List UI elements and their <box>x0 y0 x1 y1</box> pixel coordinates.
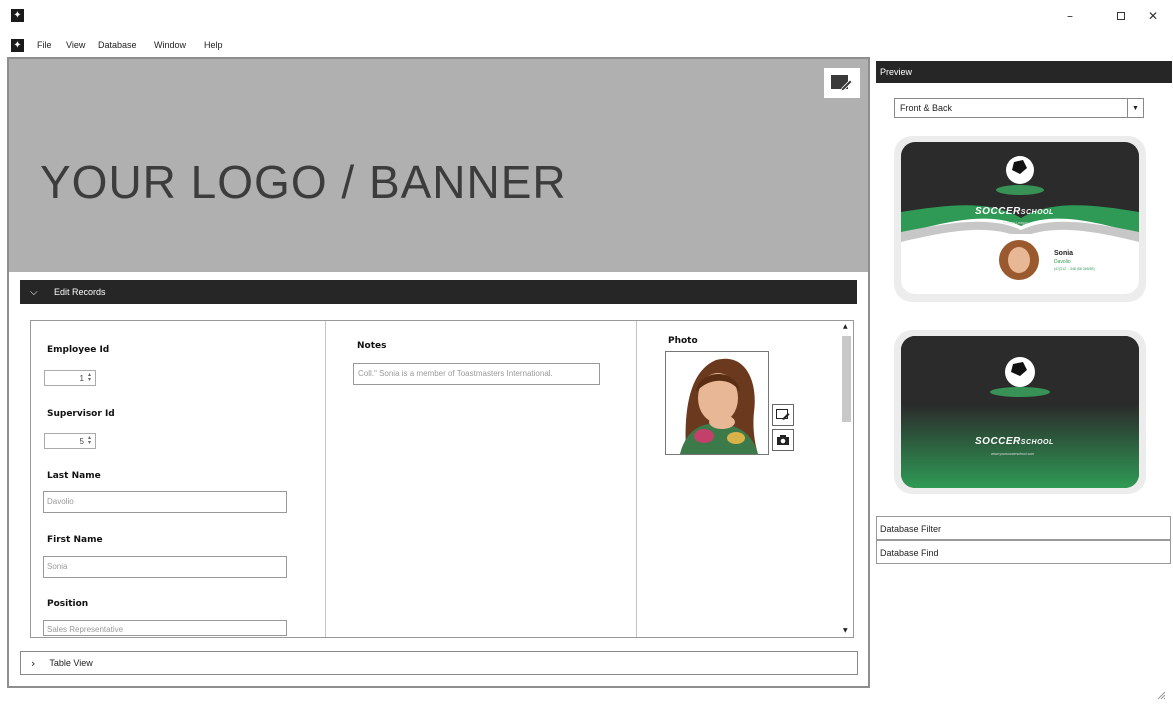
spin-arrows-icon[interactable]: ▴ ▾ <box>88 435 91 446</box>
edit-image-icon <box>831 75 853 91</box>
chevron-right-icon: › <box>31 656 36 670</box>
supervisor-id-value: 5 <box>79 436 84 446</box>
edit-image-icon <box>776 409 790 420</box>
photo-label: Photo <box>668 336 698 346</box>
banner-text: YOUR LOGO / BANNER <box>40 156 567 208</box>
column-divider <box>636 321 637 637</box>
banner-edit-button[interactable] <box>824 68 860 98</box>
photo-camera-button[interactable] <box>772 429 794 451</box>
close-button[interactable]: ✕ <box>1143 6 1163 26</box>
supervisor-id-stepper[interactable]: 5 ▴ ▾ <box>44 433 96 449</box>
edit-records-header[interactable]: ⌵ Edit Records <box>20 280 857 304</box>
camera-icon <box>777 435 789 445</box>
front-brand-sub: SCHOOL <box>1020 209 1054 216</box>
database-filter-panel[interactable]: Database Filter <box>876 516 1171 540</box>
app-icon: ✦ <box>11 9 24 22</box>
front-name: Sonia <box>1054 250 1074 257</box>
menu-database[interactable]: Database <box>98 40 137 50</box>
back-brand-main: SOCCER <box>975 436 1021 447</box>
chevron-down-icon: ⌵ <box>30 286 38 298</box>
table-view-title: Table View <box>49 658 93 668</box>
minimize-button[interactable]: – <box>1060 6 1080 26</box>
menu-help[interactable]: Help <box>204 40 223 50</box>
database-find-panel[interactable]: Database Find <box>876 540 1171 564</box>
menu-window[interactable]: Window <box>154 40 186 50</box>
first-name-input[interactable]: Sonia <box>43 556 287 578</box>
photo-frame <box>665 351 769 455</box>
menu-app-icon[interactable]: ✦ <box>11 39 24 52</box>
front-surname: Davolio <box>1054 259 1071 265</box>
front-brand-main: SOCCER <box>975 206 1021 217</box>
front-card-art <box>901 142 1139 290</box>
back-card[interactable]: SOCCERSCHOOL www.yoursoccerschool.com <box>901 336 1139 488</box>
notes-input[interactable]: Coll." Sonia is a member of Toastmasters… <box>353 363 600 385</box>
last-name-input[interactable]: Davolio <box>43 491 287 513</box>
notes-label: Notes <box>357 341 387 351</box>
menu-view[interactable]: View <box>66 40 85 50</box>
employee-id-stepper[interactable]: 1 ▴ ▾ <box>44 370 96 386</box>
front-card[interactable]: SOCCERSCHOOL Premier League Sonia Davoli… <box>901 142 1139 294</box>
maximize-button[interactable] <box>1111 6 1131 26</box>
chevron-down-icon[interactable]: ▼ <box>1127 99 1143 117</box>
first-name-label: First Name <box>47 535 103 545</box>
employee-id-label: Employee Id <box>47 345 110 355</box>
preview-header: Preview <box>876 61 1172 83</box>
back-url: www.yoursoccerschool.com <box>991 452 1035 456</box>
maximize-icon <box>1117 12 1125 20</box>
preview-mode-select[interactable]: Front & Back ▼ <box>894 98 1144 118</box>
last-name-label: Last Name <box>47 471 101 481</box>
preview-mode-value: Front & Back <box>900 103 953 113</box>
back-brand-sub: SCHOOL <box>1020 439 1054 446</box>
position-input[interactable]: Sales Representative <box>43 620 287 636</box>
front-phone: (47)212 ...348 (58 365/55) <box>1054 267 1095 271</box>
supervisor-id-label: Supervisor Id <box>47 409 115 419</box>
scroll-down-icon[interactable]: ▼ <box>843 627 848 634</box>
position-label: Position <box>47 599 89 609</box>
scroll-up-icon[interactable]: ▲ <box>843 323 848 330</box>
resize-grip-icon[interactable] <box>1156 690 1166 700</box>
back-card-art <box>901 336 1139 488</box>
photo-edit-button[interactable] <box>772 404 794 426</box>
front-tagline: Premier League <box>1003 221 1028 225</box>
spin-arrows-icon[interactable]: ▴ ▾ <box>88 372 91 383</box>
table-view-header[interactable]: › Table View <box>20 651 858 675</box>
scroll-thumb[interactable] <box>842 336 851 422</box>
employee-photo <box>666 352 768 454</box>
menu-file[interactable]: File <box>37 40 52 50</box>
title-bar: ✦ – ✕ <box>0 0 1173 32</box>
employee-id-value: 1 <box>79 373 84 383</box>
edit-records-title: Edit Records <box>54 287 106 297</box>
column-divider <box>325 321 326 637</box>
